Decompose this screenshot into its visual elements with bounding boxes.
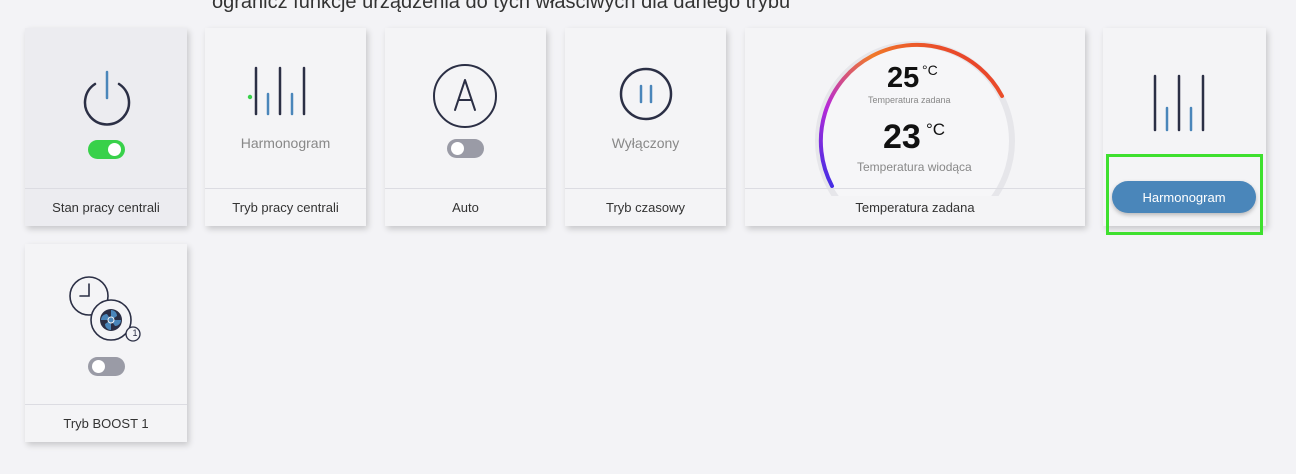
top-caption: ogranicz funkcje urządzenia do tych właś… [0, 0, 1296, 14]
tile-power-label: Stan pracy centrali [25, 188, 187, 226]
tile-temperature-label: Temperatura zadana [745, 188, 1085, 226]
set-temperature-unit: °C [922, 62, 938, 78]
tile-temperature[interactable]: 25 °C Temperatura zadana 23 °C Temperatu… [745, 28, 1085, 226]
auto-icon [433, 64, 497, 128]
boost-toggle[interactable] [88, 357, 125, 376]
power-toggle[interactable] [88, 140, 125, 159]
lead-temperature-unit: °C [926, 120, 946, 139]
toggle-knob [451, 142, 464, 155]
tile-boost[interactable]: 1 Tryb BOOST 1 [25, 244, 187, 442]
toggle-knob [108, 143, 121, 156]
boost-level-badge: 1 [132, 328, 138, 338]
tile-auto[interactable]: Auto [385, 28, 546, 226]
schedule-button-highlight [1106, 154, 1263, 235]
work-mode-value: Harmonogram [240, 135, 331, 151]
set-temperature-label: Temperatura zadana [868, 95, 951, 105]
timer-mode-value: Wyłączony [611, 135, 680, 151]
set-temperature-value: 25 [887, 62, 920, 94]
tile-boost-label: Tryb BOOST 1 [25, 404, 187, 442]
tile-auto-label: Auto [385, 188, 546, 226]
tile-timer-mode[interactable]: Wyłączony Tryb czasowy [565, 28, 726, 226]
schedule-bars-icon [247, 66, 306, 116]
pause-icon [619, 67, 673, 121]
lead-temperature-value: 23 [883, 118, 921, 156]
toggle-knob [92, 360, 105, 373]
power-icon [83, 70, 131, 126]
top-caption-text: ogranicz funkcje urządzenia do tych właś… [212, 0, 791, 13]
auto-toggle[interactable] [447, 139, 484, 158]
schedule-bars-icon [1153, 74, 1205, 132]
tile-timer-mode-label: Tryb czasowy [565, 188, 726, 226]
lead-temperature-label: Temperatura wiodąca [857, 160, 972, 174]
tile-work-mode[interactable]: Harmonogram Tryb pracy centrali [205, 28, 366, 226]
tile-power[interactable]: Stan pracy centrali [25, 28, 187, 226]
tile-work-mode-label: Tryb pracy centrali [205, 188, 366, 226]
